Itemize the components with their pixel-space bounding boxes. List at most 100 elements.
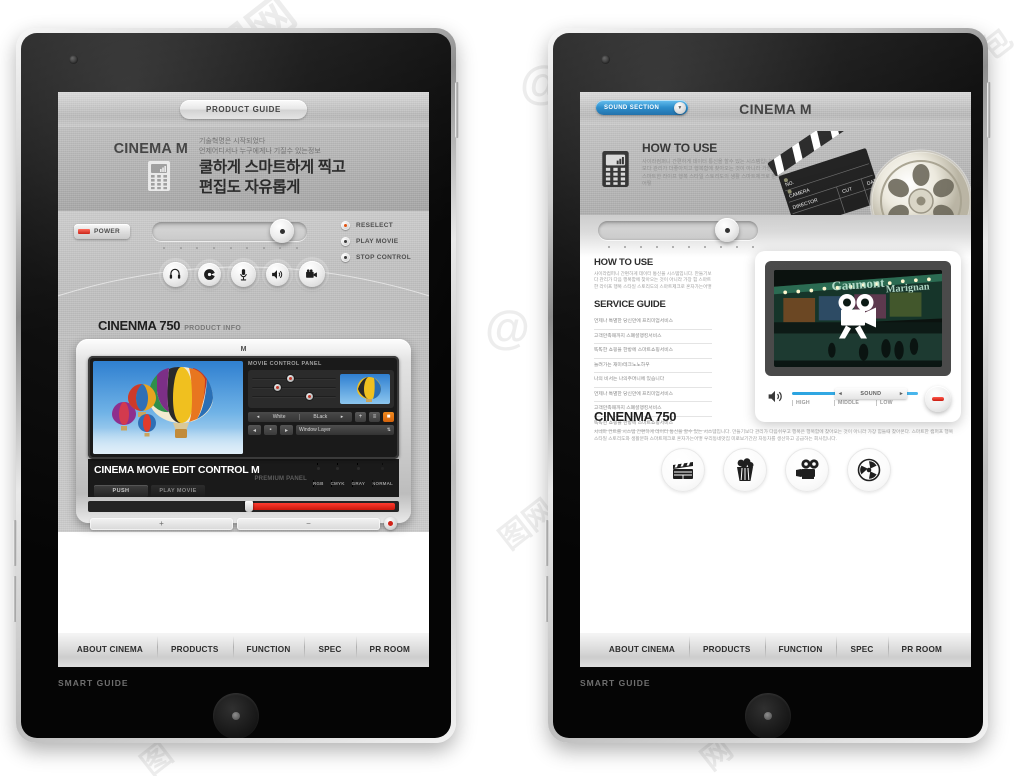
product-subtitle: PRODUCT INFO [184,325,242,332]
mcp-slider-3[interactable] [252,392,336,401]
color-mode-label: CMYK [330,481,345,486]
nav-pr-room[interactable]: PR ROOM [355,636,425,658]
radio-dot-icon [340,221,350,230]
color-mode-normal[interactable]: NORMAL [372,464,393,490]
device-subtitle: PREMIUM PANEL [254,476,307,482]
power-button[interactable]: POWER [74,224,130,239]
sound-level-labels: HIGH MIDDLE LOW [792,400,918,406]
product-title: CINENMA 750 [98,318,181,333]
movie-camera-icon[interactable] [784,448,829,492]
sound-next-icon[interactable]: ▸ [900,391,903,397]
how-to-use-title: HOW TO USE [594,257,654,268]
play-movie-button[interactable]: PLAY MOVIE [151,485,205,497]
left-control-area: POWER RESELECT PLAY MOVIE STOP CONTROL [58,211,429,311]
zoom-out-button[interactable]: − [237,517,380,530]
nav-function[interactable]: FUNCTION [232,636,305,658]
window-layer-select[interactable]: Window Layer ⇅ [296,425,394,435]
home-button[interactable] [745,693,791,738]
hero-headline-2: 편집도 자유롭게 [199,179,300,196]
power-side-button[interactable] [987,82,991,138]
popcorn-icon[interactable] [722,448,767,492]
video-player-card: Gaumont Marignan ◂ SOUND ▸ HIGH MIDDLE L… [755,251,961,422]
volume-up-button[interactable] [13,520,17,566]
main-slider-knob[interactable] [270,219,294,243]
movie-camera-play-icon[interactable] [829,293,887,344]
sound-label: SOUND [860,390,882,397]
radio-label: RESELECT [355,222,394,229]
product-guide-button[interactable]: PRODUCT GUIDE [180,100,307,119]
color-mode-gray[interactable]: GRAY [351,464,366,490]
volume-up-button[interactable] [545,520,549,566]
power-led-icon [78,229,90,234]
list-item[interactable]: 늘려가는 재미!테크노노하우 [594,359,712,374]
add-button[interactable]: + [355,412,366,422]
record-toggle-button[interactable]: ■ [383,412,394,422]
service-guide-title: SERVICE GUIDE [594,299,666,311]
volume-down-button[interactable] [13,576,17,622]
mcp-slider-2[interactable] [252,383,336,392]
layer-button[interactable]: ▪ [264,425,277,435]
level-high: HIGH [792,400,834,406]
nav-about-cinema[interactable]: ABOUT CINEMA [595,645,689,654]
list-item[interactable]: 똑똑한 쇼핑을 한방에 스마트쇼핑서비스 [594,344,712,359]
list-button[interactable]: ≡ [369,412,380,422]
balloon-photo [93,361,243,454]
feature-phone-icon [92,161,188,191]
color-mode-cmyk[interactable]: CMYK [330,464,345,490]
video-preview[interactable]: Gaumont Marignan [774,270,942,367]
home-button[interactable] [213,693,259,738]
radio-reselect[interactable]: RESELECT [340,221,411,230]
microphone-icon[interactable] [230,261,256,287]
nav-function[interactable]: FUNCTION [764,636,837,658]
right-hero-banner: HOW TO USE 사이라컴퍼니 간편하게 데이터 통신을 할수 있는 시스템… [580,125,971,215]
progress-handle[interactable] [245,501,254,512]
list-item[interactable]: 나의 비서는 나의주머니에 있습니다 [594,373,712,388]
power-label: POWER [94,228,121,235]
feature-phone-icon [602,148,629,192]
nav-pr-room[interactable]: PR ROOM [887,636,957,658]
white-label: White [272,414,286,420]
right-slider-ticks [608,246,754,248]
white-balance-selector[interactable]: ◂ White BLack ▸ [248,412,352,422]
power-side-button[interactable] [455,82,459,138]
prev-button[interactable]: ◂ [248,425,261,435]
playback-progress-bar[interactable] [88,501,399,512]
left-tablet-device: PRODUCT GUIDE CINEMA M 기술혁명은 시작되었다 언제어디서… [13,28,459,743]
chevron-updown-icon: ⇅ [386,427,391,433]
record-button[interactable] [384,517,397,530]
color-mode-rgb[interactable]: RGB [312,464,324,490]
zoom-in-button[interactable]: + [90,517,233,530]
list-item[interactable]: 언제나 특별한 당신만에 프리미엄서비스 [594,388,712,403]
next-button[interactable]: ▸ [280,425,293,435]
sound-prev-icon[interactable]: ◂ [839,391,842,397]
level-low: LOW [876,400,918,406]
speaker-icon[interactable] [765,388,785,410]
push-button[interactable]: PUSH [94,485,148,497]
lower-body: 시네마 컨트롤 시스템 간편하게 데이터 통신을 할수 있는 시스템입니다. 만… [594,429,954,441]
left-top-bar: PRODUCT GUIDE [58,92,429,127]
list-item[interactable]: 언제나 특별한 당신만에 프리미엄서비스 [594,315,712,330]
speaker-icon[interactable] [265,262,289,286]
clapperboard-icon[interactable] [660,448,705,492]
volume-down-button[interactable] [545,576,549,622]
level-middle: MIDDLE [834,400,876,406]
color-mode-label: NORMAL [372,481,393,486]
radio-dot-icon [312,466,324,470]
film-camera-icon[interactable] [298,261,325,287]
service-sidebar: HOW TO USE 사이라컴퍼니 간편하게 데이터 통신을 시스템입니다. 만… [594,257,712,432]
color-mode-label: GRAY [351,481,366,486]
sound-chip[interactable]: ◂ SOUND ▸ [834,388,907,399]
headphones-icon[interactable] [162,261,188,287]
nav-spec[interactable]: SPEC [836,636,887,658]
sound-slider[interactable]: ◂ SOUND ▸ [792,388,918,399]
film-reel-icon[interactable] [846,448,891,492]
color-mode-label: RGB [312,481,324,486]
right-slider-knob[interactable] [715,218,739,242]
nav-products[interactable]: PRODUCTS [156,636,233,658]
nav-spec[interactable]: SPEC [304,636,355,658]
nav-about-cinema[interactable]: ABOUT CINEMA [63,645,157,654]
mcp-slider-1[interactable] [252,374,336,383]
nav-products[interactable]: PRODUCTS [688,636,765,658]
list-item[interactable]: 고객만족때까지 스폐셜맹킹서비스 [594,330,712,345]
disc-icon[interactable] [197,262,221,286]
